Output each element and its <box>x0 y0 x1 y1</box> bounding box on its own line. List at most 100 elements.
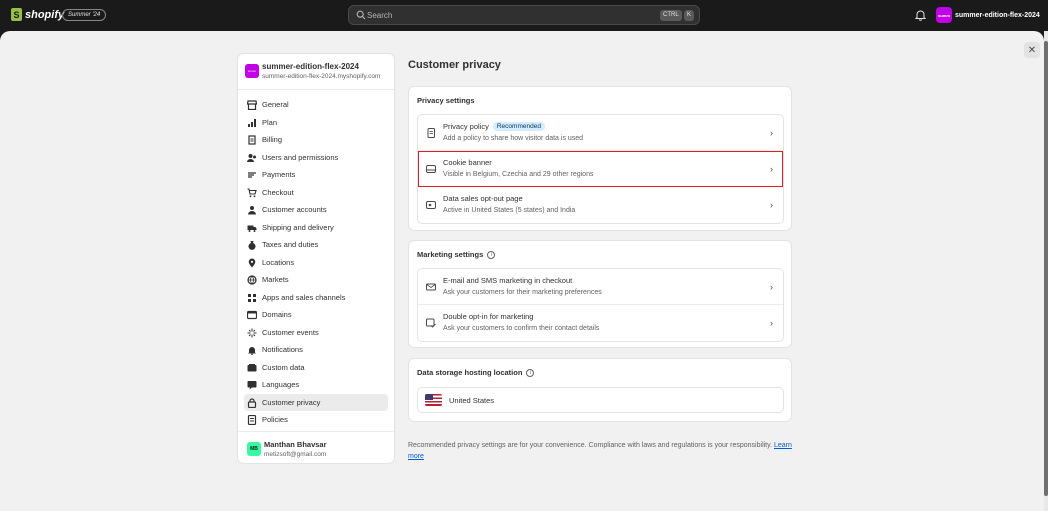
hosting-location-field: United States <box>417 387 784 413</box>
data-storage-title: Data storage hosting location i <box>417 368 535 377</box>
settings-nav: General Plan Billing Users and permissio… <box>238 96 394 429</box>
notifications-bell-icon[interactable] <box>915 9 926 21</box>
sidebar-item-label: Customer privacy <box>262 397 321 407</box>
chevron-right-icon: › <box>770 200 773 210</box>
sidebar-item-languages[interactable]: Languages <box>244 376 388 394</box>
recommended-badge: Recommended <box>492 122 545 131</box>
shopify-logo[interactable]: S shopify <box>11 8 64 21</box>
chevron-right-icon: › <box>770 282 773 292</box>
row-subtitle: Ask your customers to confirm their cont… <box>443 325 600 332</box>
close-settings-button[interactable]: ✕ <box>1024 42 1040 58</box>
footnote-text: Recommended privacy settings are for you… <box>408 442 773 449</box>
data-sales-opt-out-row[interactable]: Data sales opt-out page Active in United… <box>418 187 783 223</box>
privacy-policy-row[interactable]: Privacy policy Recommended Add a policy … <box>418 115 783 151</box>
us-flag-icon <box>425 394 442 406</box>
row-title: Cookie banner <box>443 158 492 167</box>
privacy-settings-list: Privacy policy Recommended Add a policy … <box>417 114 784 224</box>
sidebar-item-users[interactable]: Users and permissions <box>244 149 388 167</box>
store-icon <box>247 100 257 110</box>
globe-icon <box>247 275 257 285</box>
opt-out-icon <box>426 201 436 209</box>
privacy-settings-title: Privacy settings <box>417 96 475 105</box>
payments-icon <box>248 172 256 178</box>
user-name: Manthan Bhavsar <box>264 440 327 449</box>
sidebar-item-billing[interactable]: Billing <box>244 131 388 149</box>
card-title-text: Marketing settings <box>417 250 484 259</box>
sidebar-item-customer-privacy[interactable]: Customer privacy <box>244 393 388 411</box>
row-title-text: Cookie banner <box>443 158 492 167</box>
store-switcher-name: summer-edition-flex-2024 <box>955 11 1040 19</box>
store-switcher-button[interactable]: summ summer-edition-flex-2024 <box>936 7 1040 23</box>
edition-badge[interactable]: Summer '24 <box>62 9 107 21</box>
cookie-banner-row[interactable]: Cookie banner Visible in Belgium, Czechi… <box>418 151 783 187</box>
sidebar-item-policies[interactable]: Policies <box>244 411 388 429</box>
sidebar-item-general[interactable]: General <box>244 96 388 114</box>
double-opt-in-icon <box>426 318 436 328</box>
row-subtitle: Active in United States (5 states) and I… <box>443 207 576 214</box>
settings-sidebar: summ summer-edition-flex-2024 summer-edi… <box>237 53 395 464</box>
sidebar-item-payments[interactable]: Payments <box>244 166 388 184</box>
row-title-text: Privacy policy <box>443 122 489 131</box>
sidebar-item-custom-data[interactable]: Custom data <box>244 359 388 377</box>
store-avatar: summ <box>245 64 259 78</box>
chart-bars-icon <box>248 118 256 127</box>
sidebar-item-label: Policies <box>262 415 288 425</box>
receipt-icon <box>248 135 256 145</box>
search-bar[interactable]: Search CTRL K <box>348 5 700 25</box>
logo-text: shopify <box>25 8 65 21</box>
store-name: summer-edition-flex-2024 <box>262 62 359 71</box>
sidebar-item-markets[interactable]: Markets <box>244 271 388 289</box>
page-title: Customer privacy <box>408 59 501 71</box>
email-sms-marketing-row[interactable]: E-mail and SMS marketing in checkout Ask… <box>418 269 783 305</box>
search-icon <box>356 10 366 20</box>
sidebar-item-shipping[interactable]: Shipping and delivery <box>244 219 388 237</box>
sidebar-item-label: Checkout <box>262 187 294 197</box>
sidebar-item-taxes[interactable]: Taxes and duties <box>244 236 388 254</box>
sidebar-item-label: Taxes and duties <box>262 240 319 250</box>
hosting-country: United States <box>449 396 495 405</box>
sidebar-item-checkout[interactable]: Checkout <box>244 184 388 202</box>
email-icon <box>426 283 436 291</box>
sidebar-item-customer-accounts[interactable]: Customer accounts <box>244 201 388 219</box>
row-title: Data sales opt-out page <box>443 194 523 203</box>
users-icon <box>247 153 256 162</box>
bell-icon <box>248 347 256 355</box>
marketing-settings-card: Marketing settings i E-mail and SMS mark… <box>408 240 792 348</box>
user-profile[interactable]: MB Manthan Bhavsar metizsoft@gmail.com <box>238 431 394 465</box>
row-title: Privacy policy Recommended <box>443 122 545 131</box>
sidebar-item-plan[interactable]: Plan <box>244 114 388 132</box>
marketing-settings-title: Marketing settings i <box>417 250 496 259</box>
sidebar-item-label: Locations <box>262 257 295 267</box>
data-storage-card: Data storage hosting location i United S… <box>408 358 792 422</box>
row-title: E-mail and SMS marketing in checkout <box>443 276 572 285</box>
sidebar-item-customer-events[interactable]: Customer events <box>244 324 388 342</box>
sidebar-item-locations[interactable]: Locations <box>244 254 388 272</box>
shopify-bag-icon: S <box>11 8 22 21</box>
lock-icon <box>247 397 257 408</box>
sidebar-item-notifications[interactable]: Notifications <box>244 341 388 359</box>
privacy-settings-card: Privacy settings Privacy policy Recommen… <box>408 86 792 231</box>
sidebar-item-label: Markets <box>262 275 289 285</box>
scrollbar-thumb[interactable] <box>1044 41 1048 496</box>
user-avatar: MB <box>247 442 261 456</box>
policy-icon <box>247 415 257 425</box>
cookie-banner-icon <box>426 165 436 173</box>
store-avatar: summ <box>936 7 952 23</box>
apps-grid-icon <box>248 293 256 302</box>
info-icon[interactable]: i <box>526 368 535 377</box>
store-header[interactable]: summ summer-edition-flex-2024 summer-edi… <box>238 54 394 90</box>
sidebar-item-apps[interactable]: Apps and sales channels <box>244 289 388 307</box>
sidebar-item-label: General <box>262 100 289 110</box>
info-icon[interactable]: i <box>487 250 496 259</box>
chevron-right-icon: › <box>770 318 773 328</box>
marketing-settings-list: E-mail and SMS marketing in checkout Ask… <box>417 268 784 342</box>
sidebar-item-label: Payments <box>262 170 296 180</box>
sidebar-item-domains[interactable]: Domains <box>244 306 388 324</box>
sidebar-item-label: Customer accounts <box>262 205 327 215</box>
language-icon <box>247 381 257 390</box>
double-opt-in-row[interactable]: Double opt-in for marketing Ask your cus… <box>418 305 783 341</box>
row-subtitle: Add a policy to share how visitor data i… <box>443 135 584 142</box>
cart-icon <box>247 187 257 197</box>
money-bag-icon <box>248 241 256 250</box>
search-placeholder: Search <box>367 11 393 20</box>
